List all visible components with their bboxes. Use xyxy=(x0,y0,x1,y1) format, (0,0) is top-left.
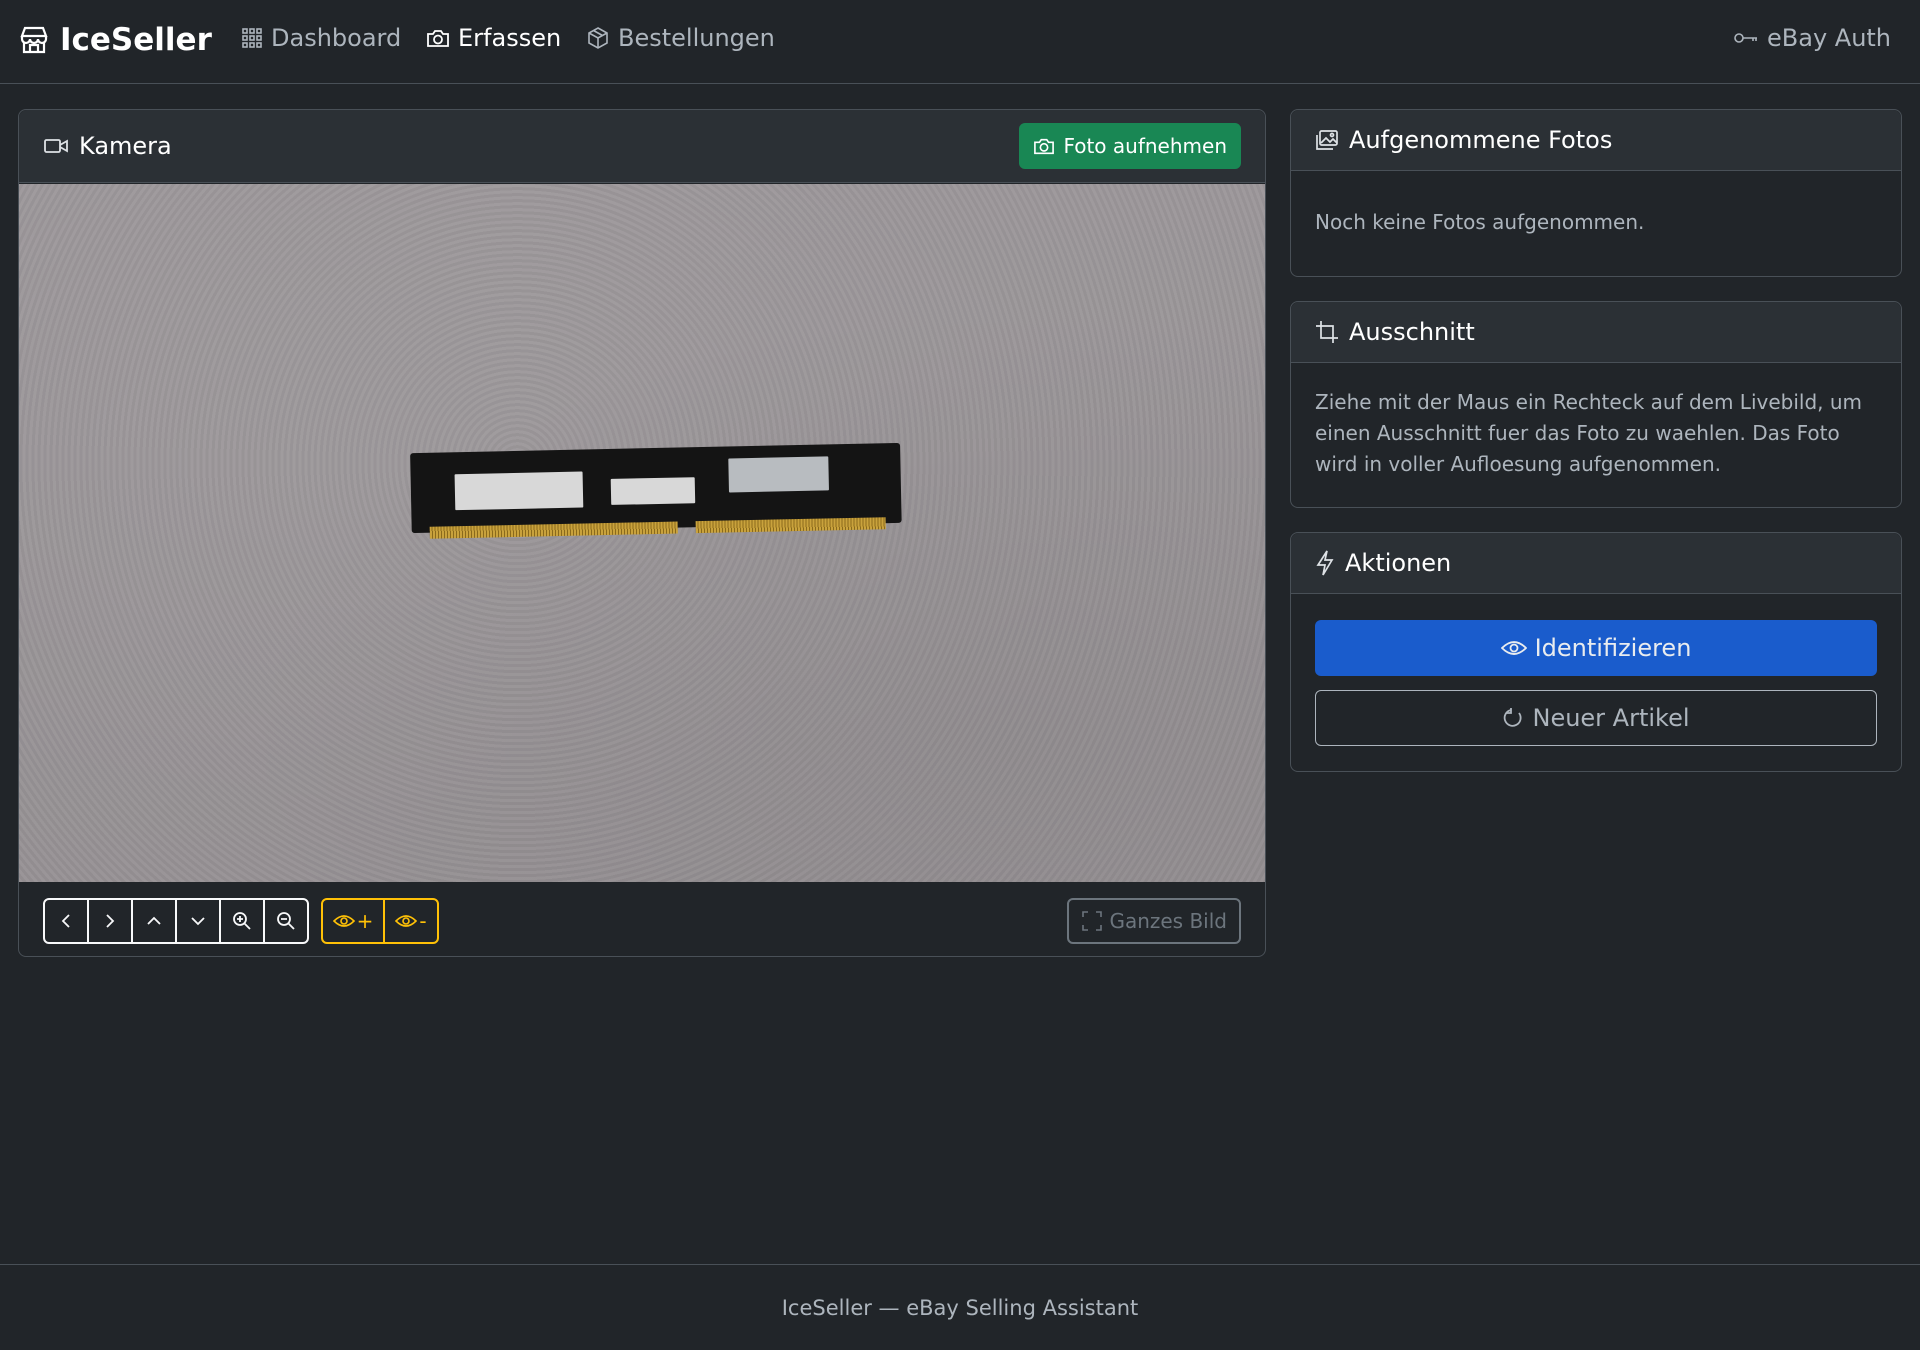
chevron-left-icon xyxy=(57,912,75,930)
exposure-plus-button[interactable]: + xyxy=(321,898,385,944)
pan-down-button[interactable] xyxy=(175,898,221,944)
identify-label: Identifizieren xyxy=(1534,634,1692,662)
no-photos-text: Noch keine Fotos aufgenommen. xyxy=(1315,210,1645,234)
new-item-label: Neuer Artikel xyxy=(1532,704,1690,732)
refresh-icon xyxy=(1502,707,1524,729)
grid-icon xyxy=(241,27,263,49)
camera-header: Kamera Foto aufnehmen xyxy=(19,110,1265,183)
nav-dashboard-label: Dashboard xyxy=(271,24,402,52)
chevron-up-icon xyxy=(145,912,163,930)
capture-photo-label: Foto aufnehmen xyxy=(1063,134,1227,158)
crop-title: Ausschnitt xyxy=(1349,318,1475,346)
eye-icon xyxy=(395,913,418,929)
actions-title: Aktionen xyxy=(1345,549,1452,577)
chevron-right-icon xyxy=(101,912,119,930)
captured-photos-body: Noch keine Fotos aufgenommen. xyxy=(1291,171,1901,262)
exposure-controls: + - xyxy=(321,898,439,944)
whole-image-label: Ganzes Bild xyxy=(1109,909,1227,933)
fullscreen-icon xyxy=(1081,910,1103,932)
zoom-out-button[interactable] xyxy=(263,898,309,944)
nav-ebay-auth-label: eBay Auth xyxy=(1767,24,1892,52)
exposure-minus-label: - xyxy=(419,909,427,933)
video-camera-icon xyxy=(43,136,69,156)
pan-right-button[interactable] xyxy=(87,898,133,944)
brand[interactable]: IceSeller xyxy=(18,22,212,58)
camera-title: Kamera xyxy=(79,132,172,160)
zoom-in-button[interactable] xyxy=(219,898,265,944)
ram-module-image xyxy=(410,442,902,543)
lightning-icon xyxy=(1315,550,1335,576)
new-item-button[interactable]: Neuer Artikel xyxy=(1315,690,1877,746)
pan-left-button[interactable] xyxy=(43,898,89,944)
nav-bestellungen-label: Bestellungen xyxy=(618,24,775,52)
key-icon xyxy=(1733,27,1759,49)
crop-instructions: Ziehe mit der Maus ein Rechteck auf dem … xyxy=(1315,390,1863,476)
crop-card: Ausschnitt Ziehe mit der Maus ein Rechte… xyxy=(1290,301,1902,508)
footer: IceSeller — eBay Selling Assistant xyxy=(0,1264,1920,1350)
capture-photo-button[interactable]: Foto aufnehmen xyxy=(1019,123,1241,169)
crop-icon xyxy=(1315,320,1339,344)
whole-image-button[interactable]: Ganzes Bild xyxy=(1067,898,1241,944)
crop-header: Ausschnitt xyxy=(1291,302,1901,363)
crop-body: Ziehe mit der Maus ein Rechteck auf dem … xyxy=(1291,363,1901,504)
exposure-minus-button[interactable]: - xyxy=(383,898,439,944)
actions-card: Aktionen Identifizieren Neuer Artikel xyxy=(1290,532,1902,772)
nav-ebay-auth[interactable]: eBay Auth xyxy=(1733,24,1891,52)
navigation-controls: + - xyxy=(43,898,439,944)
shop-icon xyxy=(18,24,50,56)
camera-icon xyxy=(426,27,450,49)
pan-up-button[interactable] xyxy=(131,898,177,944)
captured-photos-title: Aufgenommene Fotos xyxy=(1349,126,1613,154)
nav-dashboard[interactable]: Dashboard xyxy=(241,24,401,52)
footer-text: IceSeller — eBay Selling Assistant xyxy=(781,1295,1139,1320)
box-icon xyxy=(586,26,610,50)
identify-button[interactable]: Identifizieren xyxy=(1315,620,1877,676)
captured-photos-card: Aufgenommene Fotos Noch keine Fotos aufg… xyxy=(1290,109,1902,277)
nav-erfassen[interactable]: Erfassen xyxy=(426,24,561,52)
camera-card: Kamera Foto aufnehmen + - Ganzes Bild xyxy=(18,109,1266,957)
navbar: IceSeller Dashboard Erfassen Bestellunge… xyxy=(0,0,1920,84)
images-icon xyxy=(1315,129,1339,151)
captured-photos-header: Aufgenommene Fotos xyxy=(1291,110,1901,171)
eye-icon xyxy=(1500,639,1527,657)
chevron-down-icon xyxy=(189,912,207,930)
actions-header: Aktionen xyxy=(1291,533,1901,594)
nav-erfassen-label: Erfassen xyxy=(458,24,562,52)
camera-icon xyxy=(1033,136,1055,156)
camera-live-view[interactable] xyxy=(19,184,1265,882)
zoom-out-icon xyxy=(275,910,297,932)
brand-name: IceSeller xyxy=(60,22,212,58)
eye-icon xyxy=(332,913,355,929)
exposure-plus-label: + xyxy=(356,909,374,933)
nav-bestellungen[interactable]: Bestellungen xyxy=(586,24,775,52)
zoom-in-icon xyxy=(231,910,253,932)
